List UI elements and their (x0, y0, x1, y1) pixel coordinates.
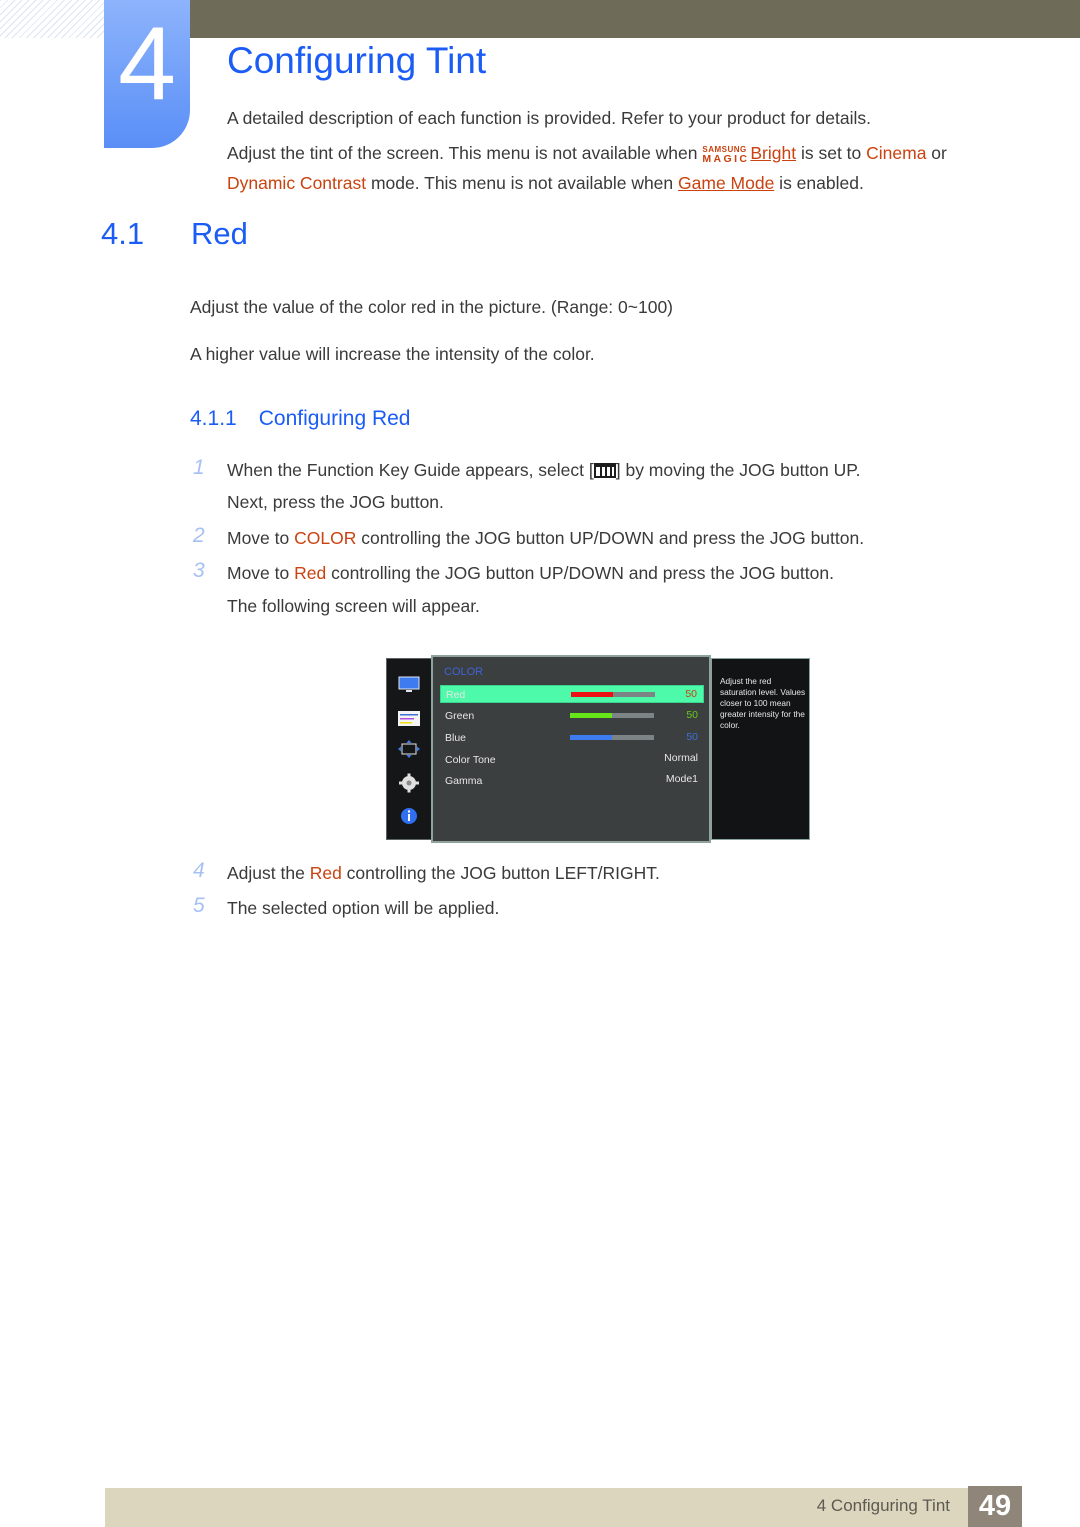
osd-row-value: Normal (664, 752, 698, 764)
osd-row-gamma[interactable]: Gamma Mode1 (440, 772, 704, 790)
intro-line-1: A detailed description of each function … (227, 108, 871, 128)
osd-row-value: Mode1 (665, 773, 698, 785)
bright-link[interactable]: Bright (750, 143, 796, 163)
intro-line-3: Dynamic Contrast mode. This menu is not … (227, 173, 864, 193)
setup-icon (399, 773, 419, 793)
osd-help-text: Adjust the red saturation level. Values … (720, 676, 806, 730)
info-icon (401, 808, 417, 824)
osd-help-panel: Adjust the red saturation level. Values … (711, 658, 810, 840)
step-4-text: Adjust the Red controlling the JOG butto… (227, 863, 660, 883)
color-term: COLOR (294, 528, 357, 548)
osd-row-green[interactable]: Green 50 (440, 707, 704, 725)
cinema-term: Cinema (866, 143, 927, 163)
osd-color-menu: COLOR Red 50 Green 50 Blue 50 Color Tone… (431, 655, 711, 843)
osd-slider-red[interactable] (571, 692, 655, 697)
osd-sidebar (386, 658, 432, 840)
step-5-text: The selected option will be applied. (227, 898, 500, 918)
menu-key-icon (593, 463, 616, 478)
picture-icon (398, 676, 420, 692)
osd-row-color-tone[interactable]: Color Tone Normal (440, 751, 704, 769)
chapter-number-tab: 4 (104, 0, 190, 148)
section-title: Red (191, 216, 248, 251)
intro-line-2: Adjust the tint of the screen. This menu… (227, 143, 947, 165)
step-3-text: Move to Red controlling the JOG button U… (227, 563, 834, 583)
section-paragraph-1: Adjust the value of the color red in the… (190, 297, 674, 317)
osd-row-label: Red (446, 689, 466, 701)
step-number: 1 (193, 456, 205, 479)
osd-row-label: Gamma (445, 775, 483, 787)
osd-row-value: 50 (685, 688, 697, 700)
osd-slider-blue[interactable] (570, 735, 654, 740)
osd-row-value: 50 (686, 709, 698, 721)
step-number: 4 (193, 859, 205, 882)
step-number: 2 (193, 524, 205, 547)
chapter-number: 4 (118, 6, 176, 122)
red-term: Red (294, 563, 327, 583)
dynamic-contrast-term: Dynamic Contrast (227, 173, 367, 193)
section-number: 4.1 (101, 216, 145, 251)
subsection-title: Configuring Red (258, 407, 411, 430)
header-hatch-decoration (0, 0, 105, 38)
step-number: 5 (193, 894, 205, 917)
osd-row-label: Blue (445, 732, 467, 744)
osd-row-label: Green (445, 710, 475, 722)
footer-chapter-label: 4 Configuring Tint (816, 1496, 950, 1515)
osd-row-value: 50 (686, 731, 698, 743)
header-bar (190, 0, 1080, 38)
slider-fill (570, 735, 612, 740)
slider-fill (570, 713, 612, 718)
osd-row-blue[interactable]: Blue 50 (440, 729, 704, 747)
page-number: 49 (968, 1486, 1022, 1527)
chapter-title: Configuring Tint (227, 40, 487, 81)
osd-slider-green[interactable] (570, 713, 654, 718)
step-1-text: When the Function Key Guide appears, sel… (227, 460, 861, 480)
step-1-line-2: Next, press the JOG button. (227, 492, 444, 512)
osd-row-red[interactable]: Red 50 (440, 685, 704, 703)
step-number: 3 (193, 559, 205, 582)
subsection-heading: 4.1.1 Configuring Red (190, 407, 410, 431)
section-paragraph-2: A higher value will increase the intensi… (190, 344, 595, 364)
game-mode-link[interactable]: Game Mode (678, 173, 774, 193)
samsung-magic-logo: SAMSUNG MAGIC (702, 145, 750, 165)
slider-fill (571, 692, 613, 697)
size-position-icon (398, 740, 420, 758)
step-3-line-2: The following screen will appear. (227, 596, 480, 616)
red-term: Red (309, 863, 342, 883)
step-2-text: Move to COLOR controlling the JOG button… (227, 528, 865, 548)
osd-row-label: Color Tone (445, 754, 496, 766)
subsection-number: 4.1.1 (190, 407, 237, 430)
color-icon (398, 711, 420, 726)
osd-menu-heading: COLOR (444, 666, 484, 678)
